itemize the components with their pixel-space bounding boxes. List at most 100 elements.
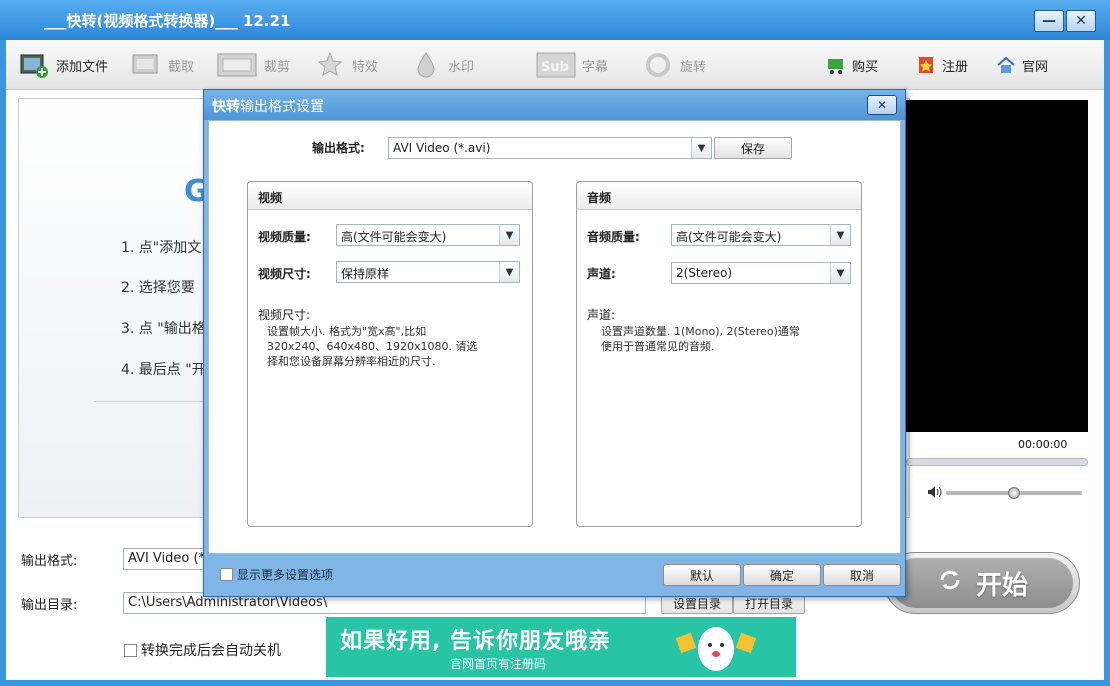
website-label: 官网 <box>1022 59 1049 75</box>
video-quality-select[interactable]: 高(文件可能会变大) ▼ <box>336 224 520 246</box>
format-label: 输出格式: <box>312 141 365 155</box>
film-add-icon <box>18 50 50 80</box>
watermark-label: 水印 <box>448 59 475 75</box>
default-button[interactable]: 默认 <box>663 564 741 586</box>
chevron-down-icon[interactable]: ▼ <box>830 225 850 245</box>
dialog-title-app: 快转 <box>212 99 240 115</box>
chevron-down-icon[interactable]: ▼ <box>499 225 519 245</box>
video-size-label: 视频尺寸: <box>258 267 311 281</box>
audio-group-heading: 音频 <box>577 182 861 210</box>
video-preview <box>906 100 1088 432</box>
video-desc-title: 视频尺寸: <box>258 308 311 322</box>
start-button-label: 开始 <box>975 570 1028 601</box>
video-quality-label: 视频质量: <box>258 230 311 244</box>
video-desc-line: 择和您设备屏幕分辨率相近的尺寸. <box>267 355 436 368</box>
egg-mascot-icon <box>675 621 757 676</box>
audio-description: 设置声道数量. 1(Mono), 2(Stereo)通常 使用于普通常见的音频. <box>601 324 800 354</box>
effects-button[interactable]: 特效 <box>314 48 378 82</box>
effects-label: 特效 <box>352 59 379 75</box>
auto-shutdown-option[interactable]: 转换完成后会自动关机 <box>124 640 281 660</box>
svg-text:Sub: Sub <box>541 60 569 75</box>
rotate-button[interactable]: 旋转 <box>642 48 706 82</box>
time-display: 00:00:00 <box>1018 438 1068 451</box>
auto-shutdown-label: 转换完成后会自动关机 <box>141 643 281 659</box>
subtitle-button[interactable]: Sub 字幕 <box>536 48 608 82</box>
guide-step-3: 3. 点 "输出格 <box>121 321 206 337</box>
home-icon <box>996 50 1016 80</box>
chevron-down-icon[interactable]: ▼ <box>830 263 850 283</box>
buy-button[interactable]: 购买 <box>826 48 878 82</box>
audio-quality-value: 高(文件可能会变大) <box>676 230 782 244</box>
chevron-down-icon[interactable]: ▼ <box>691 138 711 158</box>
start-button-face: 开始 <box>891 558 1073 608</box>
dialog-body: 输出格式: AVI Video (*.avi) ▼ 保存 视频 视频质量: 高(… <box>208 120 901 554</box>
crop-frame-icon <box>216 50 258 80</box>
sparkle-icon <box>314 50 346 80</box>
app-title: ___快转(视频格式转换器)___ 12.21 <box>44 12 291 30</box>
ok-button[interactable]: 确定 <box>743 564 821 586</box>
video-size-value: 保持原样 <box>341 267 390 281</box>
seek-bar[interactable] <box>906 458 1088 466</box>
video-quality-value: 高(文件可能会变大) <box>341 230 447 244</box>
format-select[interactable]: AVI Video (*.avi) ▼ <box>388 137 712 159</box>
cancel-button[interactable]: 取消 <box>823 564 901 586</box>
water-drop-icon <box>410 50 442 80</box>
website-button[interactable]: 官网 <box>996 48 1048 82</box>
audio-desc-line: 设置声道数量. 1(Mono), 2(Stereo)通常 <box>601 325 800 338</box>
guide-step-4: 4. 最后点 "开 <box>121 362 206 378</box>
close-icon: ✕ <box>1075 13 1087 29</box>
crop-button[interactable]: 裁剪 <box>216 48 290 82</box>
video-size-select[interactable]: 保持原样 ▼ <box>336 261 520 283</box>
more-options-toggle[interactable]: 显示更多设置选项 <box>220 566 333 583</box>
main-titlebar: ___快转(视频格式转换器)___ 12.21 — ✕ <box>0 0 1110 40</box>
output-format-field[interactable]: AVI Video (*. <box>123 548 213 570</box>
register-button[interactable]: 注册 <box>916 48 968 82</box>
speaker-icon[interactable] <box>927 485 943 499</box>
video-desc-line: 设置帧大小. 格式为"宽x高",比如 <box>267 325 427 338</box>
auto-shutdown-checkbox[interactable] <box>124 643 137 657</box>
buy-label: 购买 <box>852 59 879 75</box>
register-label: 注册 <box>942 59 969 75</box>
chevron-down-icon[interactable]: ▼ <box>499 262 519 282</box>
rotate-icon <box>642 50 674 80</box>
cart-icon <box>826 50 846 80</box>
promo-banner[interactable]: 如果好用, 告诉你朋友哦亲 官网首页有注册码 <box>326 617 796 677</box>
film-scissors-icon <box>130 50 162 80</box>
add-file-button[interactable]: 添加文件 <box>18 48 108 82</box>
save-button[interactable]: 保存 <box>714 137 792 159</box>
banner-main-text: 如果好用, 告诉你朋友哦亲 <box>340 629 612 654</box>
start-button[interactable]: 开始 <box>884 552 1080 614</box>
clip-button[interactable]: 截取 <box>130 48 194 82</box>
clip-label: 截取 <box>168 59 195 75</box>
audio-channel-label: 声道: <box>587 267 616 281</box>
toolbar: 添加文件 截取 裁剪 特效 水印 Sub 字幕 旋转 购买 注册 官网 <box>6 40 1104 90</box>
audio-desc-line: 使用于普通常见的音频. <box>601 340 715 353</box>
dialog-title-text: 输出格式设置 <box>240 99 324 115</box>
audio-group: 音频 音频质量: 高(文件可能会变大) ▼ 声道: 2(Stereo) ▼ 声道… <box>576 181 862 527</box>
watermark-button[interactable]: 水印 <box>410 48 474 82</box>
banner-sub-text: 官网首页有注册码 <box>450 657 547 671</box>
audio-quality-label: 音频质量: <box>587 230 640 244</box>
guide-step-1: 1. 点"添加文 <box>121 240 202 256</box>
dialog-close-button[interactable]: ✕ <box>867 95 897 115</box>
close-button[interactable]: ✕ <box>1066 10 1096 32</box>
audio-quality-select[interactable]: 高(文件可能会变大) ▼ <box>671 224 851 246</box>
add-file-label: 添加文件 <box>56 59 109 75</box>
format-select-value: AVI Video (*.avi) <box>393 141 491 155</box>
volume-slider-knob[interactable] <box>1008 487 1020 499</box>
minimize-button[interactable]: — <box>1034 10 1064 32</box>
guide-step-2: 2. 选择您要 <box>121 280 195 296</box>
close-icon: ✕ <box>876 98 888 112</box>
audio-desc-title: 声道: <box>587 308 616 322</box>
output-format-label: 输出格式: <box>21 554 78 569</box>
more-options-label: 显示更多设置选项 <box>237 568 334 582</box>
output-settings-dialog: 快转输出格式设置 ✕ 输出格式: AVI Video (*.avi) ▼ 保存 … <box>203 89 906 597</box>
video-group-heading: 视频 <box>248 182 532 210</box>
audio-channel-select[interactable]: 2(Stereo) ▼ <box>671 262 851 284</box>
subtitle-icon: Sub <box>536 50 576 80</box>
video-desc-line: 320x240、640x480、1920x1080. 请选 <box>267 340 478 353</box>
refresh-icon <box>936 566 964 601</box>
video-group: 视频 视频质量: 高(文件可能会变大) ▼ 视频尺寸: 保持原样 ▼ 视频尺寸:… <box>247 181 533 527</box>
dialog-titlebar: 快转输出格式设置 ✕ <box>204 90 905 120</box>
more-options-checkbox[interactable] <box>220 568 233 581</box>
